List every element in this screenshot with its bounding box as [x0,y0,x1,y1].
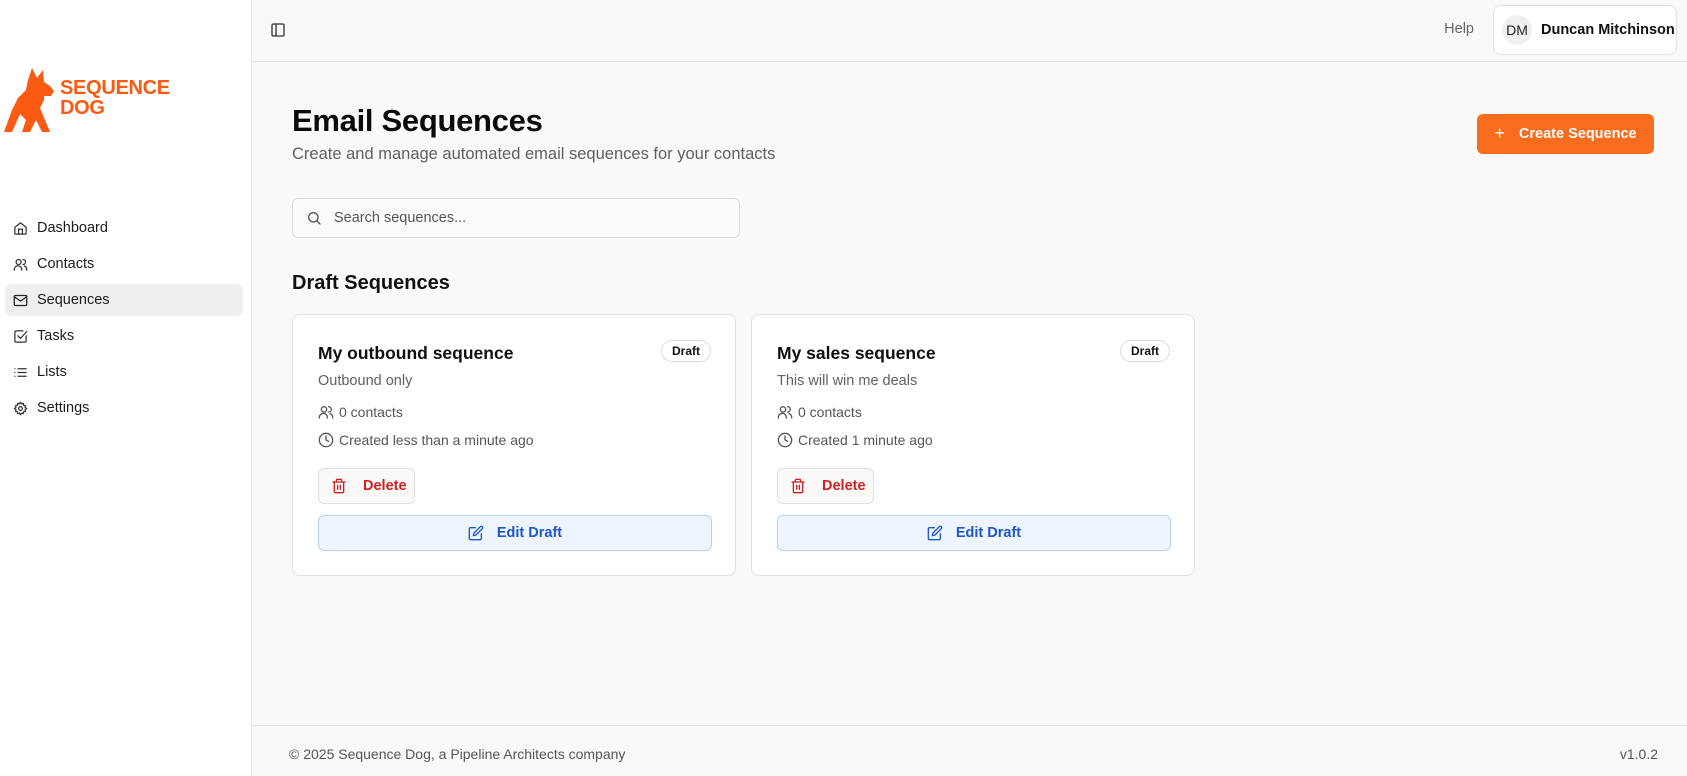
sequence-description: Outbound only [318,373,413,389]
trash-icon [332,478,346,494]
sidebar-item-label: Contacts [37,256,95,272]
copyright-text: © 2025 Sequence Dog, a Pipeline Architec… [289,746,626,762]
dog-logo-icon [4,68,54,132]
sequence-title: My sales sequence [777,343,936,363]
contacts-count: 0 contacts [318,404,403,420]
contacts-count: 0 contacts [777,404,862,420]
version-text: v1.0.2 [1619,746,1658,762]
sidebar-nav: Dashboard Contacts Sequences Tasks Lists… [5,212,243,428]
delete-label: Delete [363,478,407,494]
users-icon [318,406,334,419]
sidebar: SEQUENCE DOG Dashboard Contacts Sequence… [0,0,252,776]
edit-draft-button[interactable]: Edit Draft [777,515,1171,551]
edit-draft-button[interactable]: Edit Draft [318,515,712,551]
draft-section-title: Draft Sequences [292,272,450,294]
search-input[interactable] [334,210,714,226]
edit-icon [927,525,943,541]
search-icon [308,212,321,225]
users-icon [13,258,28,271]
sidebar-item-dashboard[interactable]: Dashboard [5,212,243,244]
delete-button[interactable]: Delete [318,468,415,504]
list-icon [14,367,27,377]
topbar: Help DM Duncan Mitchinson [253,0,1687,62]
sidebar-item-label: Dashboard [37,220,108,236]
sidebar-item-label: Sequences [37,292,110,308]
sequence-card: My sales sequence Draft This will win me… [751,314,1195,576]
plus-icon: + [1494,122,1505,143]
mail-icon [13,294,28,306]
sidebar-item-sequences[interactable]: Sequences [5,284,243,316]
sequence-title: My outbound sequence [318,343,514,363]
contacts-count-text: 0 contacts [339,404,403,420]
sidebar-item-label: Settings [37,400,90,416]
home-icon [14,221,27,235]
footer: © 2025 Sequence Dog, a Pipeline Architec… [253,725,1687,776]
gear-icon [13,401,28,415]
brand-line-1: SEQUENCE [60,77,170,99]
search-box [292,198,740,238]
sidebar-item-contacts[interactable]: Contacts [5,248,243,280]
status-badge: Draft [1119,340,1170,362]
trash-icon [791,478,805,494]
help-link[interactable]: Help [1444,21,1474,37]
edit-icon [468,525,484,541]
status-badge: Draft [660,340,711,362]
check-square-icon [14,329,28,343]
sidebar-toggle-icon[interactable] [270,22,286,38]
clock-icon [318,432,334,448]
clock-icon [777,432,793,448]
edit-draft-label: Edit Draft [955,525,1022,541]
created-time: Created less than a minute ago [318,432,534,448]
contacts-count-text: 0 contacts [798,404,862,420]
brand-logo[interactable]: SEQUENCE DOG [4,66,170,138]
edit-draft-label: Edit Draft [496,525,563,541]
delete-label: Delete [822,478,866,494]
page-title: Email Sequences [292,103,543,138]
sidebar-item-settings[interactable]: Settings [5,392,243,424]
brand-name: SEQUENCE DOG [60,78,170,118]
create-sequence-button[interactable]: + Create Sequence [1477,114,1654,154]
sidebar-item-tasks[interactable]: Tasks [5,320,243,352]
sequence-card: My outbound sequence Draft Outbound only… [292,314,736,576]
delete-button[interactable]: Delete [777,468,874,504]
avatar: DM [1502,15,1532,45]
created-time-text: Created 1 minute ago [798,432,933,448]
created-time-text: Created less than a minute ago [339,432,534,448]
users-icon [777,406,793,419]
user-name: Duncan Mitchinson [1541,22,1675,38]
created-time: Created 1 minute ago [777,432,933,448]
sidebar-item-label: Tasks [37,328,75,344]
brand-line-2: DOG [60,97,105,119]
sidebar-item-lists[interactable]: Lists [5,356,243,388]
page-subtitle: Create and manage automated email sequen… [292,145,776,163]
user-menu-button[interactable]: DM Duncan Mitchinson [1493,5,1677,55]
sequence-description: This will win me deals [777,373,918,389]
create-sequence-label: Create Sequence [1518,126,1637,142]
sidebar-item-label: Lists [37,364,67,380]
